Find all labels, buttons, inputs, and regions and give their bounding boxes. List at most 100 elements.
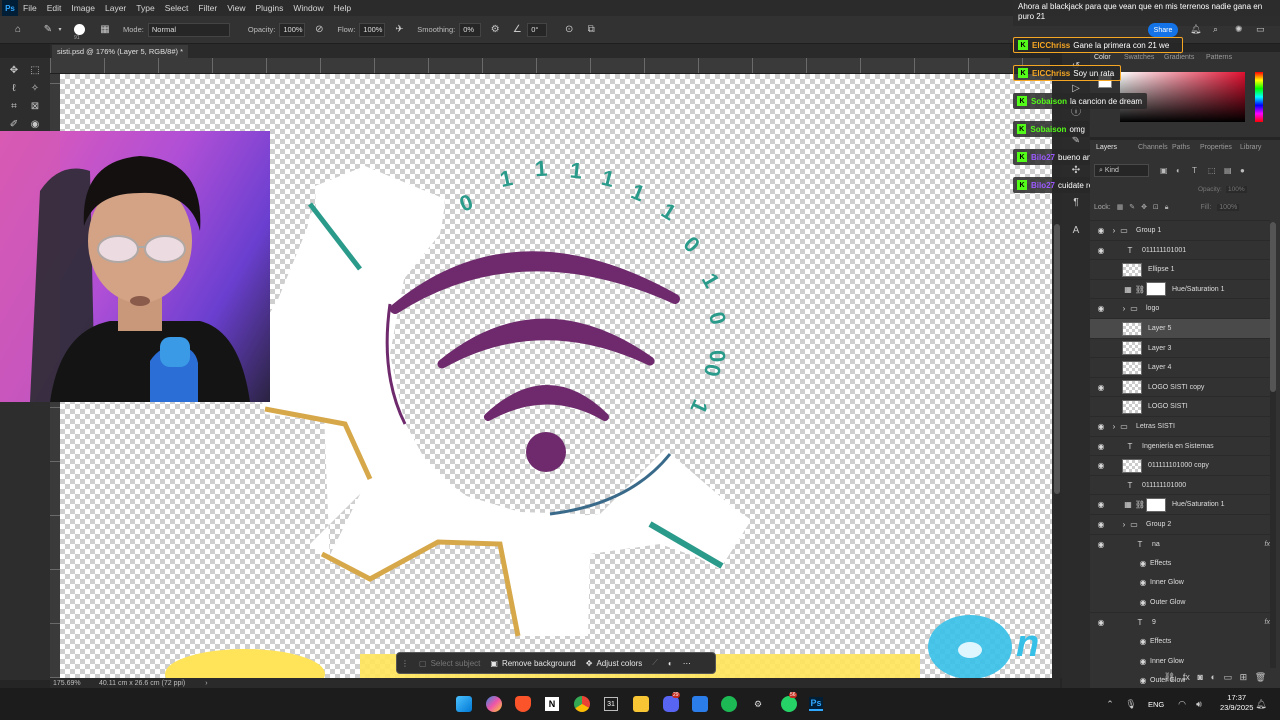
layer-row[interactable]: ◉ 011111101000 copy	[1090, 455, 1270, 475]
crop-tool-icon[interactable]: ⌗	[6, 98, 22, 114]
menu-plugins[interactable]: Plugins	[250, 0, 288, 16]
layer-visibility-eye-icon[interactable]: ◉	[1096, 422, 1106, 432]
menu-image[interactable]: Image	[66, 0, 100, 16]
filter-type-icon[interactable]: T	[1192, 166, 1197, 175]
filter-shape-icon[interactable]: ⬚	[1208, 166, 1216, 175]
layer-visibility-eye-icon[interactable]: ◉	[1096, 304, 1106, 314]
windows-start-icon[interactable]	[456, 696, 472, 712]
layer-visibility-eye-icon[interactable]: ◉	[1096, 441, 1106, 451]
system-clock[interactable]: 17:37 23/9/2025	[1220, 693, 1253, 713]
drag-handle-icon[interactable]: ⋮	[401, 659, 409, 668]
frame-tool-icon[interactable]: ⊠	[27, 98, 43, 114]
layer-mask-thumbnail[interactable]	[1146, 497, 1166, 512]
tab-layers[interactable]: Layers	[1096, 144, 1117, 151]
photoshop-taskbar-icon[interactable]: Ps	[809, 697, 823, 711]
discord-icon[interactable]	[663, 696, 679, 712]
add-mask-icon[interactable]: ◙	[1197, 672, 1202, 686]
effect-eye-icon[interactable]: ◉	[1138, 597, 1148, 607]
menu-window[interactable]: Window	[288, 0, 328, 16]
layer-visibility-eye-icon[interactable]	[1096, 656, 1106, 666]
scrollbar-thumb[interactable]	[1270, 222, 1276, 392]
layer-mask-thumbnail[interactable]	[1146, 282, 1166, 297]
volume-icon[interactable]: 🔊︎	[1192, 697, 1206, 711]
layers-scrollbar[interactable]	[1270, 222, 1276, 668]
layer-visibility-eye-icon[interactable]	[1096, 284, 1106, 294]
copilot-icon[interactable]	[486, 696, 502, 712]
spot-healing-tool-icon[interactable]: ◉	[27, 116, 43, 132]
blend-mode-select[interactable]: Normal	[147, 22, 230, 37]
microphone-icon[interactable]: 🎙︎	[1124, 697, 1138, 711]
menu-help[interactable]: Help	[329, 0, 356, 16]
layer-style-icon[interactable]: fx	[1183, 672, 1190, 686]
layer-visibility-eye-icon[interactable]	[1096, 558, 1106, 568]
layer-row[interactable]: ▦ ⛓ Hue/Saturation 1	[1090, 278, 1270, 299]
opacity-input[interactable]: 100%	[279, 22, 306, 37]
search-icon[interactable]: ⌕	[1213, 24, 1218, 35]
layer-row[interactable]: Layer 4	[1090, 357, 1270, 377]
new-layer-icon[interactable]: ⊞	[1240, 672, 1248, 686]
layer-row[interactable]: ◉ › ▭ Letras SISTI	[1090, 416, 1270, 436]
filter-toggle-icon[interactable]: ●	[1240, 166, 1245, 175]
wifi-icon[interactable]: ◠	[1175, 697, 1189, 711]
brush-settings-icon[interactable]: ▦	[97, 22, 113, 38]
status-chevron-icon[interactable]: ›	[205, 680, 207, 687]
select-subject-button[interactable]: ▢ Select subject	[419, 659, 480, 668]
layer-visibility-eye-icon[interactable]	[1096, 637, 1106, 647]
airbrush-icon[interactable]: ✈	[391, 22, 407, 38]
pressure-size-icon[interactable]: ⊙	[561, 22, 577, 38]
layer-visibility-eye-icon[interactable]	[1096, 480, 1106, 490]
layer-opacity-input[interactable]: 100%	[1226, 186, 1247, 193]
pressure-opacity-icon[interactable]: ⊘	[311, 22, 327, 38]
language-indicator[interactable]: ENG	[1148, 700, 1164, 709]
effect-eye-icon[interactable]: ◉	[1138, 578, 1148, 588]
menu-edit[interactable]: Edit	[42, 0, 67, 16]
tab-color[interactable]: Color	[1094, 54, 1111, 61]
lasso-tool-icon[interactable]: ℓ	[6, 80, 22, 96]
marquee-tool-icon[interactable]: ⬚	[27, 62, 43, 78]
adjustment-layer-icon[interactable]: ◐	[1210, 672, 1215, 686]
layer-visibility-eye-icon[interactable]: ◉	[1096, 461, 1106, 471]
layer-row[interactable]: ◉ Tna fx	[1090, 533, 1270, 554]
spotify-icon[interactable]	[721, 696, 737, 712]
layer-row[interactable]: ◉ › ▭ logo	[1090, 298, 1270, 318]
layer-filter-kind[interactable]: ⌕ Kind	[1094, 164, 1149, 177]
chevron-down-icon[interactable]: ▾	[56, 22, 64, 38]
angle-input[interactable]: 0°	[527, 22, 548, 37]
hue-slider[interactable]	[1255, 72, 1263, 122]
layer-visibility-eye-icon[interactable]: ◉	[1096, 520, 1106, 530]
filter-pixel-icon[interactable]: ▣	[1160, 166, 1168, 175]
whatsapp-icon[interactable]	[781, 696, 797, 712]
smoothing-input[interactable]: 0%	[459, 22, 482, 37]
layer-visibility-eye-icon[interactable]	[1096, 597, 1106, 607]
filter-smart-icon[interactable]: ▤	[1224, 166, 1232, 175]
lock-artboard-icon[interactable]: ⊡	[1153, 204, 1159, 211]
tab-channels[interactable]: Channels	[1138, 144, 1168, 151]
tab-gradients[interactable]: Gradients	[1164, 54, 1194, 61]
layer-row[interactable]: Ellipse 1	[1090, 259, 1270, 279]
smoothing-gear-icon[interactable]: ⚙	[487, 22, 503, 38]
menu-file[interactable]: File	[18, 0, 42, 16]
layer-row[interactable]: ◉ T 9 fx	[1090, 612, 1270, 632]
menu-type[interactable]: Type	[131, 0, 159, 16]
layer-visibility-eye-icon[interactable]: ◉	[1096, 245, 1106, 255]
lock-paint-icon[interactable]: ✎	[1129, 204, 1135, 211]
brush-tool-icon[interactable]: ✎	[40, 22, 56, 38]
layer-visibility-eye-icon[interactable]	[1096, 265, 1106, 275]
share-button[interactable]: Share	[1148, 23, 1178, 37]
home-icon[interactable]: ⌂	[10, 22, 26, 38]
effect-eye-icon[interactable]: ◉	[1138, 656, 1148, 666]
menu-view[interactable]: View	[222, 0, 250, 16]
flow-input[interactable]: 100%	[359, 22, 386, 37]
eyedropper-tool-icon[interactable]: ✐	[6, 116, 22, 132]
layer-row[interactable]: Layer 3	[1090, 337, 1270, 358]
tab-patterns[interactable]: Patterns	[1206, 54, 1232, 61]
layer-row[interactable]: ◉ › ▭ Group 2	[1090, 514, 1270, 534]
tray-chevron-icon[interactable]: ⌃	[1103, 697, 1117, 711]
app-settings-icon[interactable]: ⚙	[751, 697, 765, 711]
trash-icon[interactable]: 🗑︎	[1255, 672, 1266, 686]
layer-row[interactable]: ◉ Outer Glow	[1090, 592, 1270, 612]
layer-row[interactable]: ◉ Inner Glow	[1090, 573, 1270, 593]
remove-background-button[interactable]: ▣ Remove background	[490, 659, 575, 668]
file-explorer-icon[interactable]	[633, 696, 649, 712]
layer-row[interactable]: ◉ › ▭ Group 1	[1090, 220, 1270, 240]
